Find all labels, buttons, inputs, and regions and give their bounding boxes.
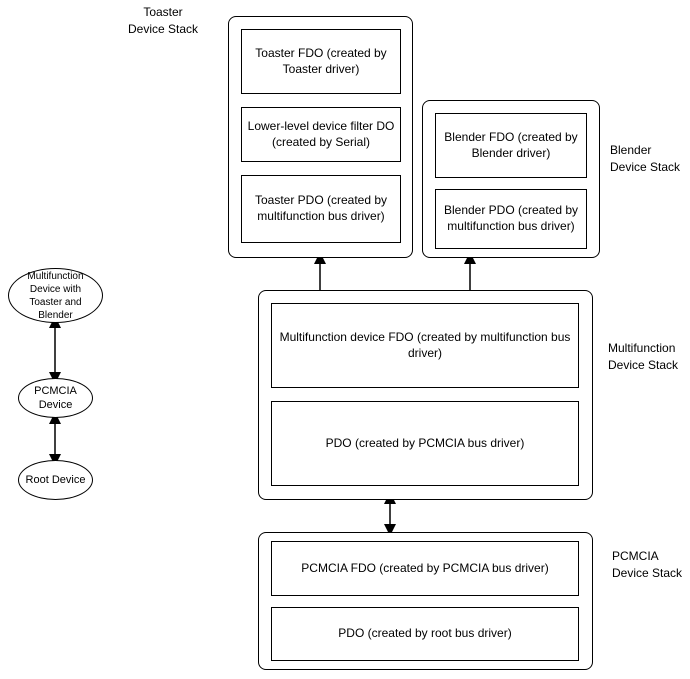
toaster-fdo-box: Toaster FDO (created by Toaster driver): [241, 29, 401, 94]
blender-fdo-label: Blender FDO (created by Blender driver): [440, 130, 582, 161]
multifunction-stack-label: Multifunction Device Stack: [608, 340, 678, 374]
pcmcia-fdo-box: PCMCIA FDO (created by PCMCIA bus driver…: [271, 541, 579, 596]
toaster-stack-label: Toaster Device Stack: [128, 4, 198, 38]
toaster-pdo-box: Toaster PDO (created by multifunction bu…: [241, 175, 401, 243]
multifunction-pdo-label: PDO (created by PCMCIA bus driver): [326, 436, 525, 452]
multifunction-pdo-box: PDO (created by PCMCIA bus driver): [271, 401, 579, 486]
blender-pdo-box: Blender PDO (created by multifunction bu…: [435, 189, 587, 249]
toaster-stack-container: Toaster FDO (created by Toaster driver) …: [228, 16, 413, 258]
blender-fdo-box: Blender FDO (created by Blender driver): [435, 113, 587, 178]
multifunction-stack-container: Multifunction device FDO (created by mul…: [258, 290, 593, 500]
multifunction-fdo-label: Multifunction device FDO (created by mul…: [276, 330, 574, 361]
pcmcia-fdo-label: PCMCIA FDO (created by PCMCIA bus driver…: [301, 561, 548, 577]
root-device-label: Root Device: [26, 473, 86, 487]
pcmcia-stack-container: PCMCIA FDO (created by PCMCIA bus driver…: [258, 532, 593, 670]
blender-pdo-label: Blender PDO (created by multifunction bu…: [440, 203, 582, 234]
toaster-pdo-label: Toaster PDO (created by multifunction bu…: [246, 193, 396, 224]
multifunction-fdo-box: Multifunction device FDO (created by mul…: [271, 303, 579, 388]
pcmcia-pdo-label: PDO (created by root bus driver): [338, 626, 511, 642]
multifunction-device-ellipse: Multifunction Device with Toaster and Bl…: [8, 268, 103, 323]
multifunction-device-label: Multifunction Device with Toaster and Bl…: [13, 270, 98, 322]
root-device-ellipse: Root Device: [18, 460, 93, 500]
toaster-fdo-label: Toaster FDO (created by Toaster driver): [246, 46, 396, 77]
blender-stack-label: Blender Device Stack: [610, 142, 680, 176]
pcmcia-device-label: PCMCIA Device: [23, 384, 88, 413]
toaster-filter-label: Lower-level device filter DO (created by…: [246, 119, 396, 150]
pcmcia-pdo-box: PDO (created by root bus driver): [271, 607, 579, 661]
pcmcia-stack-label: PCMCIA Device Stack: [612, 548, 682, 582]
blender-stack-container: Blender FDO (created by Blender driver) …: [422, 100, 600, 258]
diagram: Toaster Device Stack Toaster FDO (create…: [0, 0, 690, 679]
toaster-filter-box: Lower-level device filter DO (created by…: [241, 107, 401, 162]
pcmcia-device-ellipse: PCMCIA Device: [18, 378, 93, 418]
